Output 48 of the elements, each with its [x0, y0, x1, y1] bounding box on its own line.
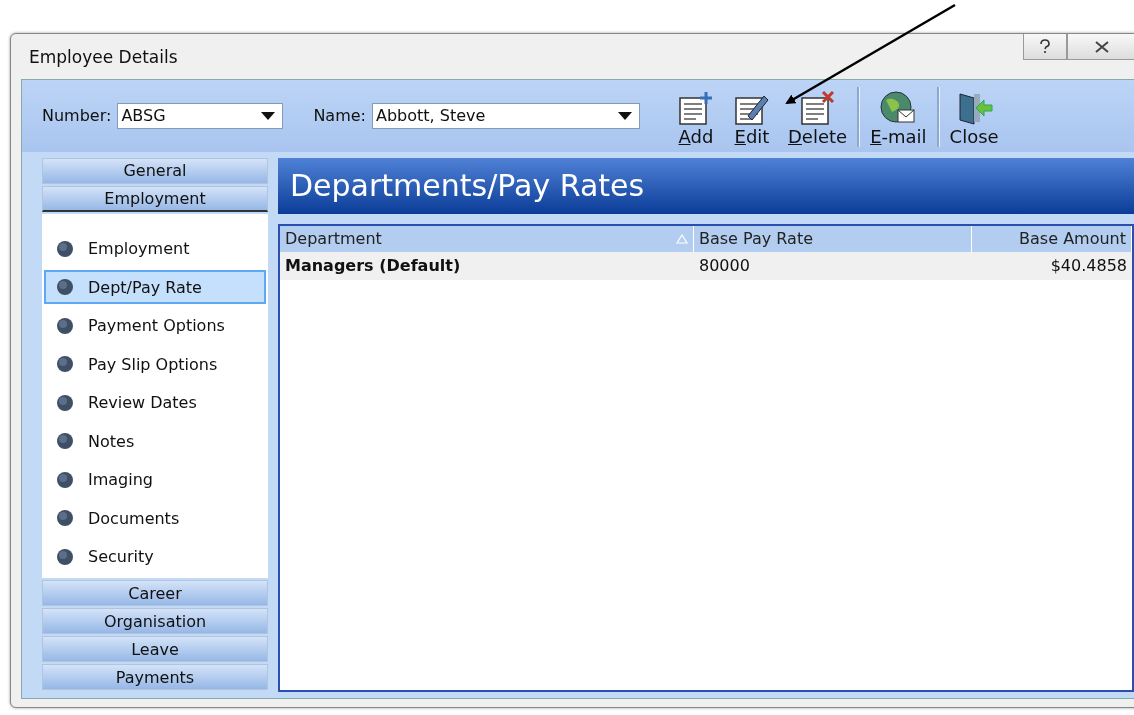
table-cell-text: 80000 — [698, 255, 751, 277]
nav-item[interactable]: Review Dates — [44, 385, 266, 420]
bullet-icon — [56, 547, 74, 566]
nav-item[interactable]: Payment Options — [44, 308, 266, 343]
dropdown-arrow-icon — [618, 111, 632, 120]
add-button[interactable]: Add — [668, 89, 724, 147]
bullet-icon — [56, 470, 74, 489]
combo-box[interactable]: ABSG — [117, 102, 284, 129]
section-tab[interactable]: Leave — [42, 636, 268, 662]
sort-arrow-icon — [676, 233, 688, 244]
bullet-icon — [56, 316, 74, 335]
email-button[interactable]: E-mail — [862, 89, 935, 147]
section-tab[interactable]: Payments — [42, 664, 268, 690]
nav-item[interactable]: Notes — [44, 424, 266, 458]
combo-box[interactable]: Abbott, Steve — [372, 102, 640, 129]
dropdown-arrow-icon — [261, 111, 276, 120]
nav-item[interactable]: Imaging — [44, 462, 266, 497]
filter-label: Name: — [313, 106, 366, 125]
bullet-icon — [56, 355, 74, 373]
nav-item[interactable]: Employment — [44, 231, 266, 266]
section-tab[interactable]: Employment — [42, 185, 268, 212]
panel-title: Departments/Pay Rates — [290, 168, 645, 203]
nav-item[interactable]: Pay Slip Options — [44, 347, 266, 381]
bullet-icon — [56, 432, 74, 450]
bullet-icon — [56, 509, 74, 527]
table-cell-text: $40.4858 — [1049, 255, 1128, 277]
help-icon — [1039, 38, 1051, 55]
window-title: Employee Details — [29, 47, 178, 68]
section-tab[interactable]: Organisation — [42, 608, 268, 634]
close-icon — [1094, 40, 1110, 53]
section-tab[interactable]: General — [42, 157, 268, 184]
help-button[interactable] — [1023, 34, 1067, 60]
edit-button[interactable]: Edit — [724, 89, 780, 147]
close-button[interactable] — [1067, 34, 1134, 60]
bullet-icon — [56, 393, 74, 412]
column-header[interactable]: Base Pay Rate — [694, 225, 972, 252]
column-header[interactable]: Base Amount — [972, 225, 1132, 252]
column-header[interactable]: Department — [280, 225, 694, 252]
close-button[interactable]: Close — [941, 89, 1007, 147]
filter-label: Number: — [42, 106, 112, 125]
table-cell-text: Managers (Default) — [284, 255, 462, 277]
section-tab[interactable]: Career — [42, 580, 268, 606]
nav-item[interactable]: Documents — [44, 501, 266, 535]
delete-button[interactable]: Delete — [780, 89, 856, 147]
nav-item[interactable]: Security — [44, 539, 266, 574]
bullet-icon — [56, 239, 74, 258]
bullet-icon — [56, 278, 74, 296]
nav-item[interactable]: Dept/Pay Rate — [44, 270, 266, 304]
